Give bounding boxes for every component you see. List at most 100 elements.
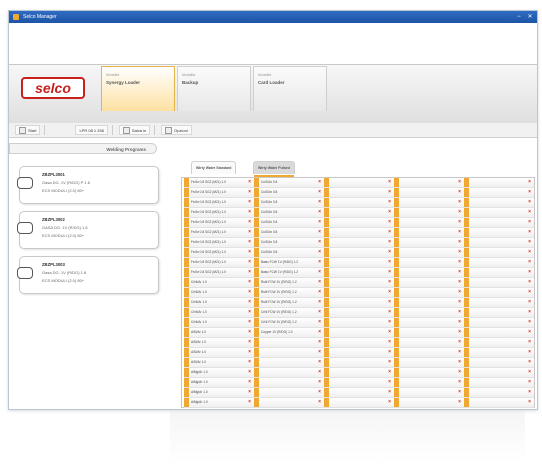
synergy-row[interactable]: ×	[464, 258, 534, 268]
synergy-row[interactable]: ×	[394, 208, 464, 218]
remove-icon[interactable]: ×	[458, 379, 461, 385]
synergy-row[interactable]: ×	[464, 318, 534, 328]
remove-icon[interactable]: ×	[388, 189, 391, 195]
remove-icon[interactable]: ×	[528, 319, 531, 325]
remove-icon[interactable]: ×	[318, 249, 321, 255]
remove-icon[interactable]: ×	[528, 239, 531, 245]
remove-icon[interactable]: ×	[458, 349, 461, 355]
remove-icon[interactable]: ×	[318, 259, 321, 265]
remove-icon[interactable]: ×	[318, 279, 321, 285]
remove-icon[interactable]: ×	[528, 399, 531, 405]
remove-icon[interactable]: ×	[388, 369, 391, 375]
remove-icon[interactable]: ×	[458, 239, 461, 245]
synergy-row[interactable]: ×	[464, 308, 534, 318]
synergy-row[interactable]: ×	[394, 178, 464, 188]
remove-icon[interactable]: ×	[318, 309, 321, 315]
remove-icon[interactable]: ×	[458, 359, 461, 365]
remove-icon[interactable]: ×	[388, 259, 391, 265]
remove-icon[interactable]: ×	[528, 389, 531, 395]
remove-icon[interactable]: ×	[388, 229, 391, 235]
synergy-row[interactable]: ×	[324, 288, 394, 298]
synergy-row[interactable]: CuSi/Ar 0.8 ×	[254, 248, 324, 258]
synergy-row[interactable]: ×	[324, 338, 394, 348]
remove-icon[interactable]: ×	[458, 269, 461, 275]
remove-icon[interactable]: ×	[318, 269, 321, 275]
synergy-row[interactable]: ×	[394, 258, 464, 268]
remove-icon[interactable]: ×	[318, 189, 321, 195]
synergy-row[interactable]: ×	[324, 188, 394, 198]
remove-icon[interactable]: ×	[528, 279, 531, 285]
tab-pulsed[interactable]: Wirty Water Pulsed	[253, 161, 295, 177]
synergy-row[interactable]: ×	[324, 398, 394, 408]
program-card[interactable]: ZBZPL3003 Gasa DG. 1V (R/DG) 1.6 ECS MOD…	[17, 256, 159, 294]
remove-icon[interactable]: ×	[458, 259, 461, 265]
synergy-row[interactable]: ×	[394, 358, 464, 368]
synergy-row[interactable]: CrNi/Ar 1.0 ×	[184, 298, 254, 308]
remove-icon[interactable]: ×	[318, 199, 321, 205]
remove-icon[interactable]: ×	[458, 249, 461, 255]
remove-icon[interactable]: ×	[388, 209, 391, 215]
remove-icon[interactable]: ×	[388, 179, 391, 185]
synergy-row[interactable]: AlSi/Ar 1.0 ×	[184, 338, 254, 348]
close-icon[interactable]: ✕	[526, 13, 534, 21]
remove-icon[interactable]: ×	[388, 299, 391, 305]
synergy-row[interactable]: ×	[324, 268, 394, 278]
synergy-row[interactable]: AlSi/Ar 1.0 ×	[184, 328, 254, 338]
synergy-row[interactable]: CuSi/Ar 0.8 ×	[254, 228, 324, 238]
synergy-row[interactable]: Fe/Ar 0.8 SG2 (M21) 1.0 ×	[184, 258, 254, 268]
synergy-row[interactable]: ×	[254, 368, 324, 378]
synergy-row[interactable]: ×	[394, 198, 464, 208]
remove-icon[interactable]: ×	[458, 209, 461, 215]
synergy-row[interactable]: Fe/Ar 0.8 SG2 (M21) 1.0 ×	[184, 248, 254, 258]
remove-icon[interactable]: ×	[388, 319, 391, 325]
synergy-row[interactable]: ×	[254, 348, 324, 358]
synergy-row[interactable]: ×	[324, 368, 394, 378]
remove-icon[interactable]: ×	[248, 329, 251, 335]
remove-icon[interactable]: ×	[528, 329, 531, 335]
synergy-row[interactable]: ×	[464, 238, 534, 248]
remove-icon[interactable]: ×	[318, 299, 321, 305]
synergy-row[interactable]: CrNi FCW 1V (R/DG) 1.2 ×	[254, 318, 324, 328]
synergy-row[interactable]: CuSi/Ar 0.8 ×	[254, 178, 324, 188]
synergy-row[interactable]: Fe/Ar 0.8 SG2 (M21) 1.0 ×	[184, 178, 254, 188]
synergy-row[interactable]: ×	[464, 288, 534, 298]
remove-icon[interactable]: ×	[528, 349, 531, 355]
remove-icon[interactable]: ×	[528, 189, 531, 195]
remove-icon[interactable]: ×	[528, 179, 531, 185]
remove-icon[interactable]: ×	[388, 219, 391, 225]
synergy-row[interactable]: ×	[394, 188, 464, 198]
synergy-row[interactable]: ×	[394, 338, 464, 348]
remove-icon[interactable]: ×	[388, 349, 391, 355]
synergy-row[interactable]: ×	[464, 328, 534, 338]
synergy-row[interactable]: Fe/Ar 0.8 SG2 (M21) 1.0 ×	[184, 238, 254, 248]
synergy-row[interactable]: ×	[254, 398, 324, 408]
remove-icon[interactable]: ×	[528, 299, 531, 305]
remove-icon[interactable]: ×	[528, 359, 531, 365]
synergy-row[interactable]: Fe/Ar 0.8 SG2 (M21) 1.0 ×	[184, 198, 254, 208]
remove-icon[interactable]: ×	[528, 199, 531, 205]
remove-icon[interactable]: ×	[248, 349, 251, 355]
synergy-row[interactable]: AlMg/Ar 1.0 ×	[184, 388, 254, 398]
synergy-row[interactable]: ×	[464, 398, 534, 408]
remove-icon[interactable]: ×	[458, 289, 461, 295]
remove-icon[interactable]: ×	[458, 189, 461, 195]
synergy-row[interactable]: ×	[394, 268, 464, 278]
synergy-row[interactable]: ×	[464, 268, 534, 278]
remove-icon[interactable]: ×	[318, 289, 321, 295]
synergy-row[interactable]: ×	[464, 188, 534, 198]
synergy-row[interactable]: CrNi/Ar 1.0 ×	[184, 308, 254, 318]
synergy-row[interactable]: ×	[324, 388, 394, 398]
synergy-row[interactable]: ×	[394, 398, 464, 408]
synergy-row[interactable]: Rutil FCW 1V (R/DG) 1.2 ×	[254, 298, 324, 308]
synergy-row[interactable]: ×	[254, 338, 324, 348]
synergy-row[interactable]: ×	[324, 318, 394, 328]
synergy-row[interactable]: CrNi/Ar 1.0 ×	[184, 318, 254, 328]
synergy-row[interactable]: ×	[394, 278, 464, 288]
minimize-icon[interactable]: −	[515, 13, 523, 21]
synergy-row[interactable]: Basic FCW 1V (R/DG) 1.2 ×	[254, 258, 324, 268]
remove-icon[interactable]: ×	[388, 199, 391, 205]
remove-icon[interactable]: ×	[458, 219, 461, 225]
synergy-row[interactable]: Rutil FCW 1V (R/DG) 1.2 ×	[254, 278, 324, 288]
remove-icon[interactable]: ×	[248, 249, 251, 255]
tab-standard[interactable]: Wirty Water Standard	[191, 161, 237, 174]
